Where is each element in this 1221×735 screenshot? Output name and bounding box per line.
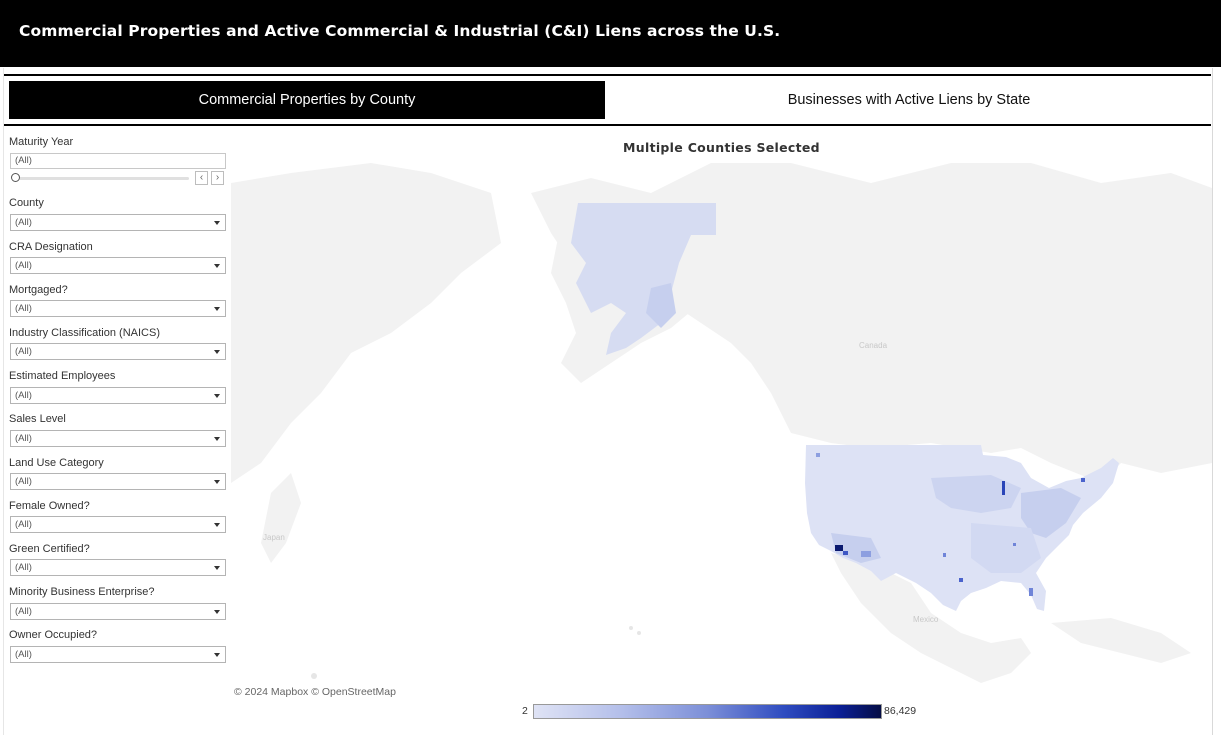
left-border — [3, 68, 4, 735]
map-hotspot-arizona — [861, 551, 871, 557]
female-owned-label: Female Owned? — [9, 500, 90, 512]
naics-value: (All) — [15, 346, 32, 357]
mortgaged-value: (All) — [15, 303, 32, 314]
map-land-russia — [231, 163, 501, 483]
estimated-employees-dropdown[interactable]: (All) — [10, 387, 226, 404]
map-us-southeast — [971, 523, 1041, 573]
map-hotspot-new-york — [1081, 478, 1085, 482]
county-value: (All) — [15, 217, 32, 228]
dashboard-header: Commercial Properties and Active Commerc… — [0, 0, 1221, 67]
maturity-year-value: (All) — [15, 155, 32, 166]
naics-dropdown[interactable]: (All) — [10, 343, 226, 360]
minority-business-value: (All) — [15, 606, 32, 617]
chevron-down-icon — [214, 523, 220, 527]
green-certified-label: Green Certified? — [9, 543, 90, 555]
cra-designation-value: (All) — [15, 260, 32, 271]
chevron-down-icon — [214, 610, 220, 614]
map-title: Multiple Counties Selected — [623, 140, 820, 155]
green-certified-value: (All) — [15, 562, 32, 573]
chevron-down-icon — [214, 307, 220, 311]
map-land-japan — [261, 473, 301, 563]
minority-business-dropdown[interactable]: (All) — [10, 603, 226, 620]
map-island-hawaii-3 — [637, 631, 641, 635]
map-hotspot-socal — [843, 551, 848, 555]
land-use-category-value: (All) — [15, 476, 32, 487]
maturity-year-slider-thumb[interactable] — [11, 173, 20, 182]
owner-occupied-dropdown[interactable]: (All) — [10, 646, 226, 663]
tab-commercial-properties-by-county[interactable]: Commercial Properties by County — [9, 81, 605, 119]
estimated-employees-label: Estimated Employees — [9, 370, 116, 382]
legend-min-label: 2 — [522, 705, 528, 717]
chevron-down-icon — [214, 566, 220, 570]
map-label-mexico: Mexico — [913, 615, 939, 624]
owner-occupied-value: (All) — [15, 649, 32, 660]
county-dropdown[interactable]: (All) — [10, 214, 226, 231]
estimated-employees-value: (All) — [15, 390, 32, 401]
county-map[interactable]: Canada Japan Mexico — [231, 163, 1212, 703]
female-owned-dropdown[interactable]: (All) — [10, 516, 226, 533]
owner-occupied-label: Owner Occupied? — [9, 629, 98, 641]
sales-level-value: (All) — [15, 433, 32, 444]
color-legend-bar — [533, 704, 882, 719]
dashboard-title: Commercial Properties and Active Commerc… — [19, 22, 781, 40]
minority-business-label: Minority Business Enterprise? — [9, 586, 155, 598]
cra-designation-label: CRA Designation — [9, 241, 93, 253]
female-owned-value: (All) — [15, 519, 32, 530]
chevron-down-icon — [214, 350, 220, 354]
cra-designation-dropdown[interactable]: (All) — [10, 257, 226, 274]
chevron-down-icon — [214, 480, 220, 484]
land-use-category-dropdown[interactable]: (All) — [10, 473, 226, 490]
mortgaged-dropdown[interactable]: (All) — [10, 300, 226, 317]
maturity-year-label: Maturity Year — [9, 136, 74, 148]
maturity-year-input[interactable]: (All) — [10, 153, 226, 169]
chevron-down-icon — [214, 394, 220, 398]
map-hotspot-houston — [959, 578, 963, 582]
map-island-hawaii — [311, 673, 317, 679]
tab-businesses-with-active-liens[interactable]: Businesses with Active Liens by State — [606, 81, 1212, 119]
map-hotspot-dallas — [943, 553, 946, 557]
map-hotspot-atlanta — [1013, 543, 1016, 546]
map-label-japan: Japan — [263, 533, 285, 542]
chevron-down-icon — [214, 221, 220, 225]
chevron-down-icon — [214, 264, 220, 268]
right-border — [1212, 68, 1213, 735]
green-certified-dropdown[interactable]: (All) — [10, 559, 226, 576]
chevron-down-icon — [214, 437, 220, 441]
slider-next-button[interactable]: › — [211, 171, 224, 185]
county-label: County — [9, 197, 44, 209]
slider-previous-button[interactable]: ‹ — [195, 171, 208, 185]
tab-rule-top — [4, 74, 1211, 76]
legend-max-label: 86,429 — [884, 705, 917, 717]
map-hotspot-los-angeles — [835, 545, 843, 551]
sales-level-label: Sales Level — [9, 413, 66, 425]
mortgaged-label: Mortgaged? — [9, 284, 68, 296]
tab-rule-bottom — [4, 124, 1211, 126]
land-use-category-label: Land Use Category — [9, 457, 104, 469]
map-canvas — [231, 163, 1212, 683]
map-label-canada: Canada — [859, 341, 888, 350]
map-attribution[interactable]: © 2024 Mapbox © OpenStreetMap — [234, 686, 396, 698]
chevron-down-icon — [214, 653, 220, 657]
map-hotspot-seattle — [816, 453, 820, 457]
map-hotspot-florida — [1029, 588, 1033, 596]
maturity-year-slider-track[interactable] — [17, 177, 189, 180]
naics-label: Industry Classification (NAICS) — [9, 327, 160, 339]
map-island-hawaii-2 — [629, 626, 633, 630]
map-hotspot-chicago — [1002, 481, 1005, 495]
map-land-caribbean — [1051, 618, 1191, 663]
sales-level-dropdown[interactable]: (All) — [10, 430, 226, 447]
